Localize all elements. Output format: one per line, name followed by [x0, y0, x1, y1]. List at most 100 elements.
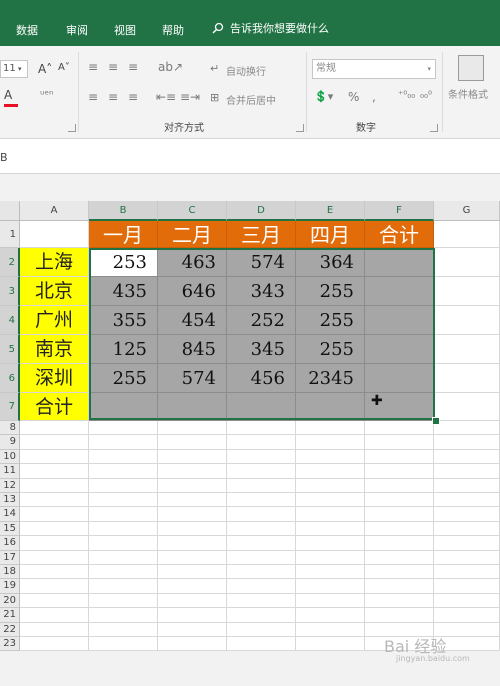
cell[interactable] — [227, 521, 296, 537]
cell[interactable] — [434, 608, 500, 623]
city-label-cell[interactable]: 北京 — [20, 277, 89, 306]
value-cell[interactable]: 463 — [158, 248, 227, 277]
row-header-18[interactable]: 18 — [0, 565, 20, 580]
cell[interactable] — [434, 565, 500, 580]
total-header-cell[interactable]: 合计 — [365, 221, 434, 248]
cell[interactable] — [296, 550, 365, 565]
cell[interactable] — [20, 593, 89, 609]
total-row-label-cell[interactable]: 合计 — [20, 393, 89, 421]
cell[interactable] — [365, 478, 434, 493]
decrease-font-icon[interactable]: A˅ — [58, 62, 70, 73]
row-header-7[interactable]: 7 — [0, 393, 20, 421]
cell[interactable] — [227, 478, 296, 493]
cell[interactable] — [20, 550, 89, 565]
cell[interactable] — [365, 550, 434, 565]
city-label-cell[interactable]: 南京 — [20, 335, 89, 364]
cell[interactable] — [227, 622, 296, 637]
row-header-4[interactable]: 4 — [0, 306, 20, 335]
cell[interactable] — [296, 464, 365, 479]
row-header-16[interactable]: 16 — [0, 536, 20, 551]
cell[interactable] — [20, 221, 89, 248]
comma-style-icon[interactable]: , — [372, 90, 376, 104]
row-header-15[interactable]: 15 — [0, 521, 20, 537]
cell[interactable] — [20, 608, 89, 623]
font-dialog-launcher-icon[interactable] — [68, 124, 76, 132]
cell[interactable] — [158, 550, 227, 565]
cell[interactable] — [158, 493, 227, 508]
alignment-dialog-launcher-icon[interactable] — [296, 124, 304, 132]
cell[interactable] — [434, 421, 500, 436]
cell[interactable] — [89, 637, 158, 652]
cell[interactable] — [158, 449, 227, 465]
wrap-text-icon[interactable]: ↵ — [210, 62, 219, 75]
cell[interactable] — [20, 493, 89, 508]
cell[interactable] — [434, 335, 500, 364]
cell[interactable] — [227, 608, 296, 623]
cell[interactable] — [365, 435, 434, 450]
cell[interactable] — [20, 536, 89, 551]
cell[interactable] — [89, 579, 158, 594]
orientation-icon[interactable]: ab↗ — [158, 60, 183, 74]
wrap-text-button[interactable]: 自动换行 — [226, 63, 266, 78]
value-cell[interactable]: 646 — [158, 277, 227, 306]
total-cell[interactable] — [227, 393, 296, 421]
cell[interactable] — [158, 622, 227, 637]
cell[interactable] — [434, 435, 500, 450]
cell[interactable] — [20, 478, 89, 493]
row-header-5[interactable]: 5 — [0, 335, 20, 364]
value-cell[interactable]: 255 — [89, 364, 158, 393]
cell[interactable] — [20, 622, 89, 637]
cell[interactable] — [89, 622, 158, 637]
row-header-19[interactable]: 19 — [0, 579, 20, 594]
cell[interactable] — [20, 435, 89, 450]
cell[interactable] — [227, 550, 296, 565]
cell[interactable] — [296, 478, 365, 493]
cell[interactable] — [434, 306, 500, 335]
column-header-b[interactable]: B — [89, 201, 158, 221]
cell[interactable] — [296, 637, 365, 652]
column-header-f[interactable]: F — [365, 201, 434, 221]
value-cell[interactable]: 255 — [296, 306, 365, 335]
cell[interactable] — [296, 593, 365, 609]
cell[interactable] — [365, 493, 434, 508]
percent-icon[interactable]: % — [348, 90, 359, 104]
row-header-10[interactable]: 10 — [0, 449, 20, 465]
row-header-2[interactable]: 2 — [0, 248, 20, 277]
value-cell[interactable]: 574 — [227, 248, 296, 277]
increase-font-icon[interactable]: A˄ — [38, 62, 52, 76]
cell[interactable] — [20, 507, 89, 522]
cell[interactable] — [434, 593, 500, 609]
cell[interactable] — [227, 565, 296, 580]
align-right-icon[interactable]: ≡ — [128, 90, 138, 104]
cell[interactable] — [227, 579, 296, 594]
cell[interactable] — [158, 608, 227, 623]
total-cell[interactable] — [158, 393, 227, 421]
number-format-dropdown[interactable]: 常规 ▾ — [312, 59, 436, 79]
font-color-icon[interactable]: A — [4, 88, 12, 102]
cell[interactable] — [296, 622, 365, 637]
value-cell[interactable]: 574 — [158, 364, 227, 393]
month-header-cell[interactable]: 一月 — [89, 221, 158, 248]
value-cell[interactable]: 343 — [227, 277, 296, 306]
cell[interactable] — [89, 550, 158, 565]
row-header-17[interactable]: 17 — [0, 550, 20, 565]
cell[interactable] — [365, 507, 434, 522]
total-cell[interactable] — [365, 364, 434, 393]
conditional-format-icon[interactable] — [458, 55, 484, 81]
cell[interactable] — [20, 579, 89, 594]
cell[interactable] — [158, 565, 227, 580]
cell[interactable] — [434, 507, 500, 522]
decrease-indent-icon[interactable]: ⇤≡ — [156, 90, 176, 104]
value-cell[interactable]: 253 — [89, 248, 158, 277]
cell[interactable] — [365, 464, 434, 479]
cell[interactable] — [89, 421, 158, 436]
cell[interactable] — [89, 565, 158, 580]
cell[interactable] — [296, 449, 365, 465]
cell[interactable] — [296, 507, 365, 522]
row-header-23[interactable]: 23 — [0, 637, 20, 652]
cell[interactable] — [365, 593, 434, 609]
cell[interactable] — [296, 608, 365, 623]
cell[interactable] — [296, 435, 365, 450]
currency-icon[interactable]: 💲▾ — [314, 90, 333, 103]
cell[interactable] — [158, 435, 227, 450]
